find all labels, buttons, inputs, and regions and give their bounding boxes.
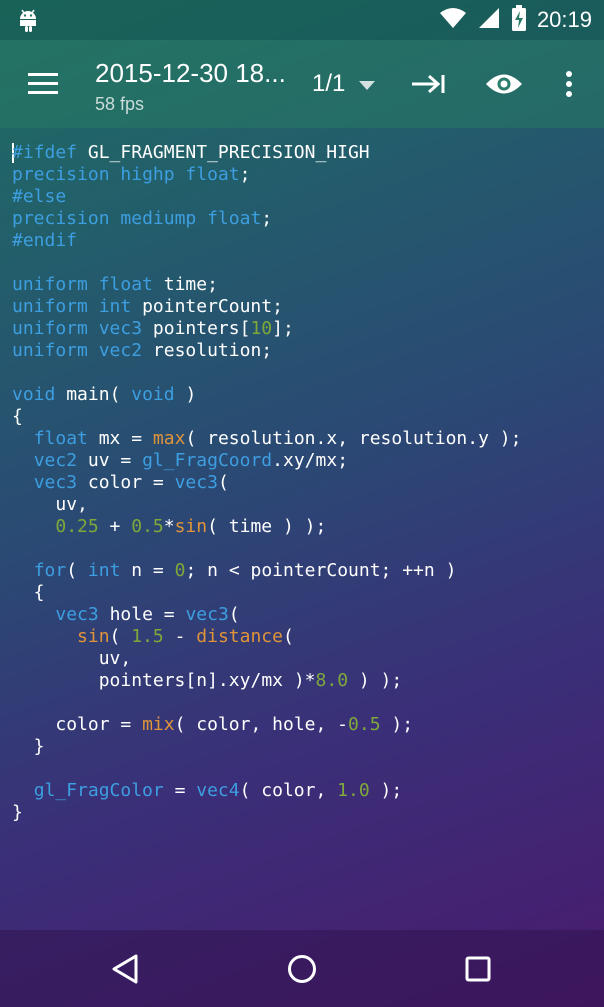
code-line[interactable]: vec3 hole = vec3( [12, 604, 521, 626]
code-line[interactable]: uniform vec2 resolution; [12, 340, 521, 362]
code-line[interactable]: vec3 color = vec3( [12, 472, 521, 494]
insert-tab-icon[interactable] [406, 64, 450, 104]
code-line[interactable]: uniform vec3 pointers[10]; [12, 318, 521, 340]
code-line[interactable]: } [12, 736, 521, 758]
code-line[interactable]: precision highp float; [12, 164, 521, 186]
recents-icon[interactable] [457, 948, 499, 990]
code-line[interactable]: { [12, 582, 521, 604]
code-line[interactable]: #else [12, 186, 521, 208]
code-line[interactable]: uniform float time; [12, 274, 521, 296]
eye-icon[interactable] [482, 64, 526, 104]
code-line[interactable]: 0.25 + 0.5*sin( time ) ); [12, 516, 521, 538]
code-line[interactable]: gl_FragColor = vec4( color, 1.0 ); [12, 780, 521, 802]
code-line[interactable]: precision mediump float; [12, 208, 521, 230]
page-selector[interactable]: 1/1 [312, 68, 376, 100]
code-line[interactable]: pointers[n].xy/mx )*8.0 ) ); [12, 670, 521, 692]
code-line[interactable]: color = mix( color, hole, -0.5 ); [12, 714, 521, 736]
code-line[interactable] [12, 538, 521, 560]
code-line[interactable]: } [12, 802, 521, 824]
more-vert-icon[interactable] [556, 64, 582, 104]
code-line[interactable] [12, 252, 521, 274]
code-editor[interactable]: #ifdef GL_FRAGMENT_PRECISION_HIGH precisi… [0, 128, 604, 928]
shader-title[interactable]: 2015-12-30 18... [95, 58, 300, 89]
toolbar: 2015-12-30 18... 58 fps 1/1 [0, 40, 604, 128]
home-icon[interactable] [281, 948, 323, 990]
code-line[interactable]: void main( void ) [12, 384, 521, 406]
code-line[interactable]: for( int n = 0; n < pointerCount; ++n ) [12, 560, 521, 582]
code-line[interactable]: vec2 uv = gl_FragCoord.xy/mx; [12, 450, 521, 472]
status-icons: 20:19 [439, 0, 592, 40]
code-line[interactable]: sin( 1.5 - distance( [12, 626, 521, 648]
code-line[interactable]: float mx = max( resolution.x, resolution… [12, 428, 522, 450]
dropdown-arrow-icon [359, 70, 376, 98]
shader-source[interactable]: #ifdef GL_FRAGMENT_PRECISION_HIGH precisi… [12, 142, 521, 824]
code-line[interactable]: { [12, 406, 521, 428]
status-bar: 20:19 [0, 0, 604, 40]
code-line[interactable]: #ifdef GL_FRAGMENT_PRECISION_HIGH [12, 142, 521, 164]
code-line[interactable]: #endif [12, 230, 521, 252]
code-line[interactable] [12, 758, 521, 780]
navigation-bar [0, 930, 604, 1007]
back-icon[interactable] [104, 948, 146, 990]
code-line[interactable] [12, 362, 521, 384]
android-icon [14, 6, 42, 34]
fps-counter: 58 fps [95, 94, 145, 114]
wifi-icon [439, 6, 467, 34]
code-line[interactable]: uv, [12, 494, 521, 516]
battery-charging-icon [511, 5, 527, 35]
code-line[interactable]: uv, [12, 648, 521, 670]
clock: 20:19 [536, 7, 592, 32]
signal-icon [477, 6, 501, 34]
page-indicator: 1/1 [312, 70, 346, 97]
code-line[interactable]: uniform int pointerCount; [12, 296, 521, 318]
menu-icon[interactable] [26, 70, 60, 98]
code-line[interactable] [12, 692, 521, 714]
